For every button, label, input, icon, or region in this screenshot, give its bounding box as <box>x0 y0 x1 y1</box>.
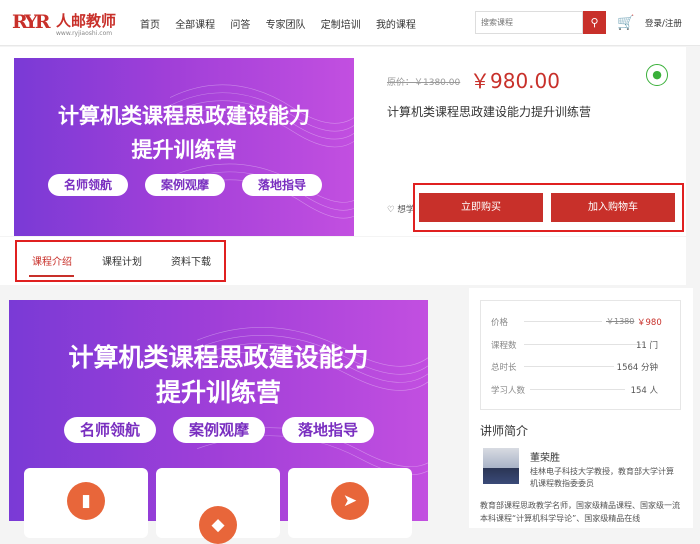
banner-title-line-1: 计算机类课程思政建设能力 <box>58 104 310 128</box>
tab-downloads[interactable]: 资料下载 <box>171 253 211 268</box>
nav-custom-training[interactable]: 定制培训 <box>321 20 361 31</box>
stat-label-duration: 总时长 <box>491 363 517 373</box>
teacher-bio: 教育部课程思政教学名师，国家级精品课程、国家级一流本科课程“计算机科学导论”、国… <box>480 501 680 523</box>
course-banner: 计算机类课程思政建设能力 提升训练营 名师领航 案例观摩 落地指导 <box>14 58 354 236</box>
description-pill-1: 名师领航 <box>64 417 156 443</box>
nav-home[interactable]: 首页 <box>140 20 160 31</box>
logo-mark: RYR <box>12 11 51 33</box>
stat-dash <box>524 366 614 367</box>
stat-value-courses: 11 门 <box>635 341 658 351</box>
stat-value-duration: 1564 分钟 <box>616 363 658 373</box>
teacher-info: 桂林电子科技大学教授，教育部大学计算机课程教指委委员 <box>530 467 674 488</box>
feature-card-3: ➤ <box>288 468 412 538</box>
tab-course-intro[interactable]: 课程介绍 <box>32 253 72 268</box>
site-logo[interactable]: RYR 人邮教师 www.ryjiaoshi.com <box>12 9 124 39</box>
nav-experts[interactable]: 专家团队 <box>266 20 306 31</box>
original-price: 原价：￥1380.00 <box>387 78 461 88</box>
logo-text: 人邮教师 <box>56 12 117 30</box>
banner-pill-2: 案例观摩 <box>145 174 225 196</box>
rocket-icon: ➤ <box>331 482 369 520</box>
nav-qa[interactable]: 问答 <box>230 20 250 31</box>
teacher-avatar <box>483 448 519 484</box>
stat-price-old: ￥1380 <box>606 317 635 326</box>
feature-card-2: ◆ <box>156 468 280 544</box>
wechat-share-icon[interactable]: ● <box>646 64 668 86</box>
feature-card-1: ▮ <box>24 468 148 538</box>
stat-label-learners: 学习人数 <box>491 386 526 396</box>
case-icon: ◆ <box>199 506 237 544</box>
tab-course-plan[interactable]: 课程计划 <box>102 253 142 268</box>
nav-all-courses[interactable]: 全部课程 <box>175 20 215 31</box>
course-title: 计算机类课程思政建设能力提升训练营 <box>387 105 592 119</box>
banner-pill-1: 名师领航 <box>48 174 128 196</box>
stat-price-label: 价格 <box>491 318 509 328</box>
description-title-line-2: 提升训练营 <box>155 378 281 407</box>
active-tab-underline <box>29 275 74 277</box>
stat-dash <box>530 389 625 390</box>
banner-pill-3: 落地指导 <box>242 174 322 196</box>
favorite-button[interactable]: ♡ 想学 <box>387 203 414 215</box>
search-icon: ⚲ <box>590 16 599 29</box>
stat-dash <box>524 344 644 345</box>
description-pill-3: 落地指导 <box>282 417 374 443</box>
stat-dash <box>524 321 602 322</box>
buy-now-button[interactable]: 立即购买 <box>419 193 543 222</box>
nav-my-courses[interactable]: 我的课程 <box>376 20 416 31</box>
banner-title-line-2: 提升训练营 <box>131 138 237 162</box>
search-button[interactable]: ⚲ <box>583 11 606 34</box>
book-icon: ▮ <box>67 482 105 520</box>
stat-price-new: ￥980 <box>637 318 662 328</box>
stat-label-courses: 课程数 <box>491 341 517 351</box>
description-pill-2: 案例观摩 <box>173 417 265 443</box>
login-register-link[interactable]: 登录/注册 <box>645 17 682 29</box>
description-title-line-1: 计算机类课程思政建设能力 <box>68 343 369 372</box>
add-to-cart-button[interactable]: 加入购物车 <box>551 193 675 222</box>
teacher-name[interactable]: 董荣胜 <box>530 449 560 464</box>
logo-url: www.ryjiaoshi.com <box>56 30 113 37</box>
current-price: ￥980.00 <box>470 69 560 93</box>
stat-value-learners: 154 人 <box>630 386 658 396</box>
cart-icon[interactable]: 🛒 <box>617 15 634 31</box>
search-input[interactable] <box>475 11 583 34</box>
main-nav: 首页 全部课程 问答 专家团队 定制培训 我的课程 <box>140 16 428 31</box>
teacher-heading: 讲师简介 <box>480 424 529 438</box>
